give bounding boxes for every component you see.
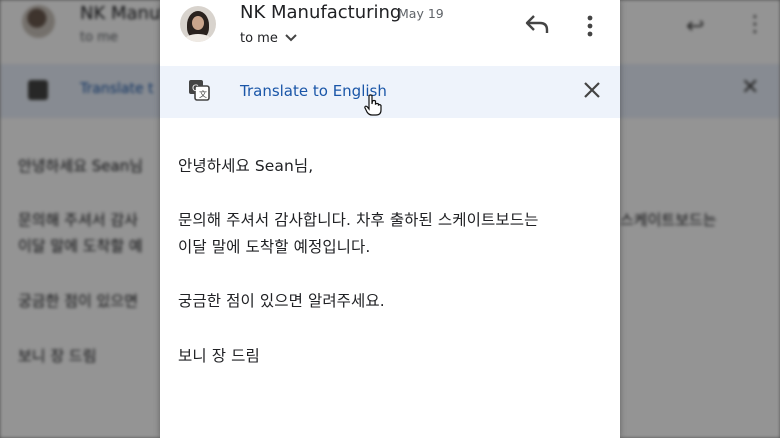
email-card: NK Manufacturing May 19 to me G 文 Transl… — [160, 0, 620, 438]
chevron-down-icon[interactable] — [284, 32, 298, 44]
email-signoff: 보니 장 드림 — [178, 347, 260, 365]
google-translate-icon: G 文 — [189, 80, 210, 101]
more-vertical-icon[interactable] — [585, 14, 595, 38]
email-greeting: 안녕하세요 Sean님, — [178, 157, 314, 175]
sender-name[interactable]: NK Manufacturing — [240, 2, 401, 23]
sender-avatar[interactable] — [180, 6, 216, 42]
email-date: May 19 — [398, 6, 444, 21]
hand-pointer-icon — [364, 94, 382, 116]
email-body-line: 궁금한 점이 있으면 알려주세요. — [178, 292, 385, 310]
email-body-line: 문의해 주셔서 감사합니다. 차후 출하된 스케이트보드는 — [178, 211, 539, 229]
screenshot-stage: NK Manufa to me ↩ ⋮ Translate t ✕ 안녕하세요 … — [0, 0, 780, 438]
email-body-line: 이달 말에 도착할 예정입니다. — [178, 238, 371, 256]
svg-text:G: G — [192, 84, 199, 94]
translate-bar: G 文 Translate to English — [160, 66, 620, 118]
recipient-label[interactable]: to me — [240, 31, 278, 46]
svg-text:文: 文 — [199, 89, 207, 99]
reply-icon[interactable] — [524, 13, 550, 35]
close-icon[interactable] — [583, 81, 601, 99]
